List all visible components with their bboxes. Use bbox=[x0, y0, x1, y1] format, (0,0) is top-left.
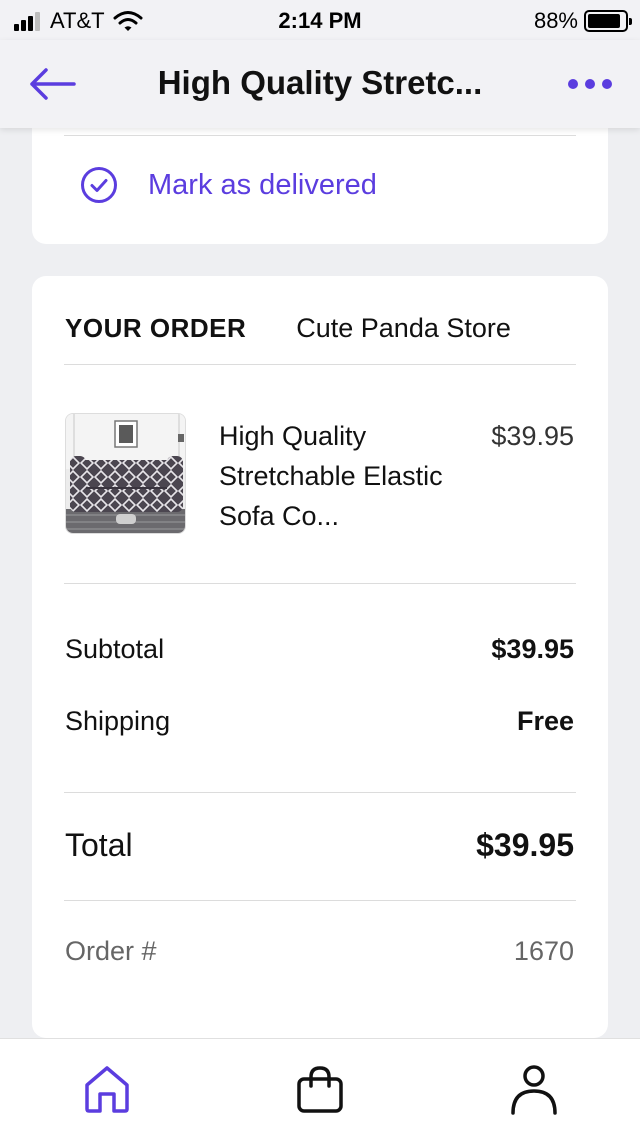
status-bar: AT&T 2:14 PM 88% bbox=[0, 0, 640, 40]
total-row: Total $39.95 bbox=[65, 827, 574, 864]
shipping-row: Shipping Free bbox=[65, 706, 574, 737]
subtotal-value: $39.95 bbox=[491, 634, 574, 664]
more-dot bbox=[585, 79, 595, 89]
nav-bar: High Quality Stretc... bbox=[0, 40, 640, 128]
mark-delivered-label: Mark as delivered bbox=[148, 168, 377, 201]
product-image[interactable] bbox=[65, 413, 186, 534]
subtotal-label: Subtotal bbox=[65, 634, 165, 664]
tab-home[interactable] bbox=[79, 1061, 135, 1117]
total-label: Total bbox=[65, 827, 133, 863]
check-circle-icon bbox=[81, 167, 117, 203]
order-number-value: 1670 bbox=[513, 936, 574, 966]
page-title: High Quality Stretc... bbox=[157, 64, 483, 101]
more-button[interactable] bbox=[568, 74, 612, 94]
order-header: YOUR ORDER Cute Panda Store bbox=[65, 313, 511, 344]
back-button[interactable] bbox=[24, 62, 80, 106]
divider bbox=[64, 792, 576, 793]
tab-shopping[interactable] bbox=[292, 1061, 348, 1117]
subtotal-row: Subtotal $39.95 bbox=[65, 634, 574, 665]
status-right: 88% bbox=[533, 8, 632, 34]
battery-percent: 88% bbox=[533, 8, 578, 33]
battery-nub bbox=[629, 18, 632, 25]
product-name[interactable]: High Quality Stretchable Elastic Sofa Co… bbox=[219, 416, 459, 536]
order-number-row: Order # 1670 bbox=[65, 936, 574, 967]
product-price: $39.95 bbox=[491, 421, 574, 451]
shipping-value: Free bbox=[516, 706, 574, 736]
tab-account[interactable] bbox=[506, 1061, 562, 1117]
sofa-cover-thumbnail bbox=[66, 414, 185, 533]
divider bbox=[64, 364, 576, 365]
store-name[interactable]: Cute Panda Store bbox=[296, 313, 511, 344]
order-heading: YOUR ORDER bbox=[65, 313, 247, 343]
account-icon bbox=[511, 1065, 557, 1115]
order-number-label: Order # bbox=[65, 936, 157, 966]
battery-fill bbox=[588, 14, 620, 28]
shopping-bag-icon bbox=[297, 1066, 343, 1113]
divider bbox=[64, 135, 576, 136]
more-dot bbox=[602, 79, 612, 89]
tab-bar bbox=[0, 1038, 640, 1136]
total-value: $39.95 bbox=[476, 827, 574, 863]
more-dots-icon bbox=[568, 79, 578, 89]
divider bbox=[64, 583, 576, 584]
mark-delivered-button[interactable]: Mark as delivered bbox=[80, 166, 377, 204]
arrow-left-icon bbox=[30, 68, 76, 100]
battery-icon bbox=[584, 10, 632, 32]
home-icon bbox=[85, 1066, 129, 1113]
divider bbox=[64, 900, 576, 901]
shipping-label: Shipping bbox=[65, 706, 171, 736]
order-card: YOUR ORDER Cute Panda Store High Quality… bbox=[32, 276, 608, 1038]
